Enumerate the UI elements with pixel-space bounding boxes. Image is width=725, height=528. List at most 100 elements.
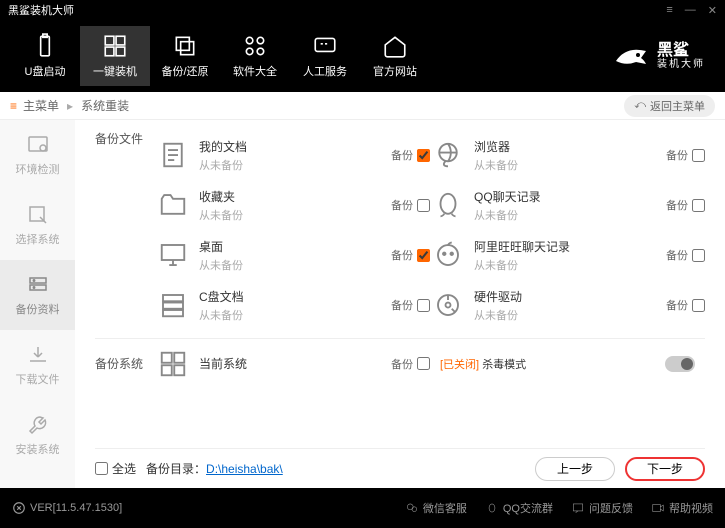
backup-checkbox[interactable]: 备份 — [666, 297, 705, 313]
backup-item: QQ聊天记录从未备份 备份 — [430, 180, 705, 230]
item-title: 阿里旺旺聊天记录 — [474, 238, 666, 255]
wechat-icon — [405, 501, 419, 515]
brand-name: 黑鲨 — [657, 42, 705, 60]
backup-checkbox[interactable]: 备份 — [666, 247, 705, 263]
close-icon[interactable]: ✕ — [708, 4, 717, 17]
wechat-link[interactable]: 微信客服 — [405, 500, 467, 516]
item-title: C盘文档 — [199, 288, 391, 305]
nav-software[interactable]: 软件大全 — [220, 26, 290, 86]
sidebar: 环境检测 选择系统 备份资料 下载文件 安装系统 — [0, 120, 75, 488]
prev-button[interactable]: 上一步 — [535, 457, 615, 481]
item-sub: 从未备份 — [474, 207, 666, 223]
nav-backup[interactable]: 备份/还原 — [150, 26, 220, 86]
nav-label: 官方网站 — [373, 63, 417, 79]
content: 备份文件 我的文档从未备份 备份 浏览器从未备份 备份 — [75, 120, 725, 488]
disk-icon — [430, 287, 466, 323]
backup-checkbox[interactable]: 备份 — [391, 247, 430, 263]
help-link[interactable]: 帮助视频 — [651, 500, 713, 516]
server-icon — [155, 287, 191, 323]
backup-dir: 备份目录：D:\heisha\bak\ — [146, 460, 283, 477]
item-sub: 从未备份 — [474, 307, 666, 323]
sidebar-label: 环境检测 — [16, 161, 60, 177]
backup-checkbox[interactable]: 备份 — [391, 147, 430, 163]
qq-icon — [430, 187, 466, 223]
window-controls: ≡ — ✕ — [666, 4, 717, 17]
next-button[interactable]: 下一步 — [625, 457, 705, 481]
sidebar-select[interactable]: 选择系统 — [0, 190, 75, 260]
item-sub: 从未备份 — [199, 207, 391, 223]
sidebar-env[interactable]: 环境检测 — [0, 120, 75, 190]
breadcrumb: ≡ 主菜单 ▸ 系统重装 ⤺ 返回主菜单 — [0, 92, 725, 120]
backup-checkbox[interactable]: 备份 — [391, 356, 430, 372]
backup-item: 阿里旺旺聊天记录从未备份 备份 — [430, 230, 705, 280]
nav-label: 人工服务 — [303, 63, 347, 79]
backup-checkbox[interactable]: 备份 — [666, 147, 705, 163]
backup-item: 浏览器从未备份 备份 — [430, 130, 705, 180]
titlebar: 黑鲨装机大师 ≡ — ✕ — [0, 0, 725, 20]
app-title: 黑鲨装机大师 — [8, 2, 74, 18]
item-title: 桌面 — [199, 238, 391, 255]
backup-checkbox[interactable]: 备份 — [391, 197, 430, 213]
select-all[interactable]: 全选 — [95, 460, 136, 477]
item-title: 浏览器 — [474, 138, 666, 155]
item-sub: 从未备份 — [199, 257, 391, 273]
version-icon — [12, 501, 26, 515]
virus-toggle[interactable] — [665, 356, 695, 372]
backup-system-item: 当前系统 备份 — [155, 339, 430, 389]
backup-item: 硬件驱动从未备份 备份 — [430, 280, 705, 330]
nav-label: U盘启动 — [25, 63, 66, 79]
item-title: 收藏夹 — [199, 188, 391, 205]
section-system-label: 备份系统 — [95, 355, 155, 372]
folder-icon — [155, 187, 191, 223]
item-sub: 从未备份 — [474, 257, 666, 273]
feedback-icon — [571, 501, 585, 515]
virus-mode: [已关闭] 杀毒模式 — [430, 356, 705, 372]
status-links: 微信客服 QQ交流群 问题反馈 帮助视频 — [405, 500, 713, 516]
sidebar-label: 安装系统 — [16, 441, 60, 457]
backup-checkbox[interactable]: 备份 — [391, 297, 430, 313]
nav-label: 软件大全 — [233, 63, 277, 79]
sidebar-install[interactable]: 安装系统 — [0, 400, 75, 470]
item-sub: 从未备份 — [474, 157, 666, 173]
backup-item: 桌面从未备份 备份 — [155, 230, 430, 280]
qq-small-icon — [485, 501, 499, 515]
sidebar-backup[interactable]: 备份资料 — [0, 260, 75, 330]
item-title: 硬件驱动 — [474, 288, 666, 305]
version: VER[11.5.47.1530] — [12, 501, 122, 515]
nav-service[interactable]: 人工服务 — [290, 26, 360, 86]
nav-usb[interactable]: U盘启动 — [10, 26, 80, 86]
item-title: QQ聊天记录 — [474, 188, 666, 205]
backup-checkbox[interactable]: 备份 — [666, 197, 705, 213]
footer-row: 全选 备份目录：D:\heisha\bak\ 上一步 下一步 — [95, 448, 705, 488]
menu-icon[interactable]: ≡ — [666, 4, 672, 17]
list-icon: ≡ — [10, 99, 17, 113]
qq-link[interactable]: QQ交流群 — [485, 500, 553, 516]
video-icon — [651, 501, 665, 515]
item-title: 我的文档 — [199, 138, 391, 155]
backup-item: 收藏夹从未备份 备份 — [155, 180, 430, 230]
item-sub: 从未备份 — [199, 307, 391, 323]
feedback-link[interactable]: 问题反馈 — [571, 500, 633, 516]
breadcrumb-current: 系统重装 — [81, 97, 129, 114]
return-button[interactable]: ⤺ 返回主菜单 — [624, 95, 715, 117]
nav-website[interactable]: 官方网站 — [360, 26, 430, 86]
windows-icon — [155, 346, 191, 382]
chevron-right-icon: ▸ — [67, 99, 73, 113]
virus-label: [已关闭] 杀毒模式 — [440, 356, 526, 372]
minimize-icon[interactable]: — — [685, 4, 696, 17]
document-icon — [155, 137, 191, 173]
return-label: 返回主菜单 — [650, 98, 705, 114]
nav-install[interactable]: 一键装机 — [80, 26, 150, 86]
nav-label: 一键装机 — [93, 63, 137, 79]
backup-dir-link[interactable]: D:\heisha\bak\ — [206, 462, 283, 476]
sidebar-download[interactable]: 下载文件 — [0, 330, 75, 400]
return-icon: ⤺ — [634, 99, 646, 112]
section-files-label: 备份文件 — [95, 130, 155, 147]
browser-icon — [430, 137, 466, 173]
backup-item: 我的文档从未备份 备份 — [155, 130, 430, 180]
item-sub: 从未备份 — [199, 157, 391, 173]
breadcrumb-root[interactable]: 主菜单 — [23, 97, 59, 114]
sidebar-label: 备份资料 — [16, 301, 60, 317]
backup-item: C盘文档从未备份 备份 — [155, 280, 430, 330]
shark-icon — [611, 36, 651, 76]
